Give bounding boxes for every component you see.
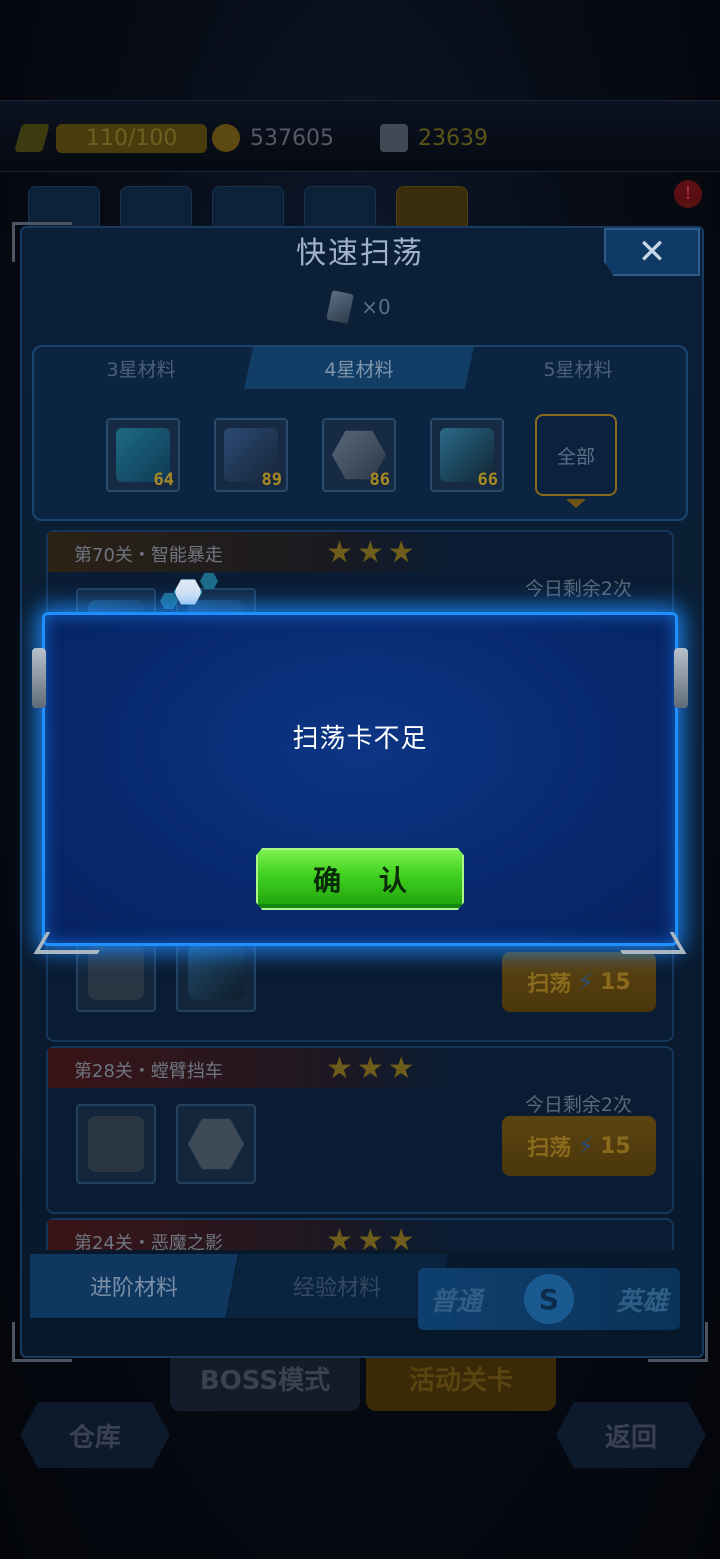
mode-hero-label: 英雄 bbox=[615, 1286, 668, 1317]
material-count: 64 bbox=[153, 470, 174, 490]
lightning-icon: ⚡ bbox=[577, 1132, 595, 1160]
sweep-button[interactable]: 扫荡 ⚡ 15 bbox=[502, 1116, 656, 1176]
crystal-icon bbox=[380, 124, 408, 152]
stage-name: 第70关・智能暴走 bbox=[74, 545, 223, 566]
dialog-clip-ornament bbox=[674, 648, 688, 708]
sweep-ticket-count: ×0 bbox=[361, 295, 391, 319]
star-rating: ★★★ bbox=[326, 1051, 419, 1086]
crystal-counter: 23639 bbox=[380, 123, 488, 153]
armor-icon bbox=[88, 1116, 144, 1172]
drop-item bbox=[176, 1104, 256, 1184]
material-count: 66 bbox=[477, 470, 498, 490]
remaining-attempts: 今日剩余2次 bbox=[524, 1094, 632, 1116]
drop-item bbox=[76, 1104, 156, 1184]
lightning-icon bbox=[14, 124, 50, 152]
tab-experience-materials[interactable]: 经验材料 bbox=[226, 1254, 448, 1318]
close-icon: ✕ bbox=[637, 232, 667, 272]
alloy-plate-icon bbox=[188, 1118, 244, 1170]
dialog-foot-ornament bbox=[609, 932, 687, 954]
material-slot[interactable]: 66 bbox=[430, 418, 504, 492]
sweep-cost: 15 bbox=[600, 969, 631, 995]
lightning-icon: ⚡ bbox=[577, 968, 595, 996]
sweep-card-icon bbox=[326, 290, 355, 324]
confirm-button[interactable]: 确 认 bbox=[256, 848, 464, 910]
back-button: 返回 bbox=[556, 1402, 706, 1468]
warehouse-button: 仓库 bbox=[20, 1402, 170, 1468]
gold-value: 537605 bbox=[250, 125, 334, 151]
alert-badge: ! bbox=[674, 180, 702, 208]
star-rating: ★★★ bbox=[326, 1223, 419, 1250]
energy-value: 110/100 bbox=[56, 123, 208, 153]
plasma-core-icon bbox=[188, 944, 244, 1000]
all-materials-button[interactable]: 全部 bbox=[535, 414, 617, 496]
stage-row: 第24关・恶魔之影 ★★★ bbox=[46, 1218, 674, 1250]
coin-icon bbox=[212, 124, 240, 152]
energy-counter: 110/100 bbox=[14, 123, 208, 153]
difficulty-mode-switch[interactable]: 普通 S 英雄 bbox=[418, 1268, 680, 1330]
star-rating: ★★★ bbox=[326, 535, 419, 570]
sweep-label: 扫荡 bbox=[527, 972, 572, 997]
material-count: 89 bbox=[261, 470, 282, 490]
tab-4-star[interactable]: 4星材料 bbox=[244, 347, 474, 389]
remaining-attempts: 今日剩余2次 bbox=[524, 578, 632, 600]
sweep-button[interactable]: 扫荡 ⚡ 15 bbox=[502, 952, 656, 1012]
gold-counter: 537605 bbox=[212, 123, 334, 153]
dialog-foot-ornament bbox=[33, 932, 111, 954]
sweep-cost: 15 bbox=[600, 1133, 631, 1159]
sweep-ticket-counter: ×0 bbox=[0, 290, 720, 324]
stage-name: 第28关・螳臂挡车 bbox=[74, 1061, 223, 1082]
material-count: 86 bbox=[369, 470, 390, 490]
stage-name: 第24关・恶魔之影 bbox=[74, 1233, 223, 1250]
tab-3-star[interactable]: 3星材料 bbox=[34, 347, 248, 389]
dialog-message: 扫荡卡不足 bbox=[292, 724, 428, 754]
tab-5-star[interactable]: 5星材料 bbox=[470, 347, 686, 389]
material-slot[interactable]: 64 bbox=[106, 418, 180, 492]
sweep-label: 扫荡 bbox=[527, 1136, 572, 1161]
tab-advanced-materials[interactable]: 进阶材料 bbox=[30, 1254, 238, 1318]
swap-icon: S bbox=[524, 1274, 574, 1324]
material-slot[interactable]: 86 bbox=[322, 418, 396, 492]
selected-arrow-icon bbox=[566, 499, 586, 508]
resource-bar: 110/100 537605 23639 bbox=[0, 100, 720, 172]
dialog-clip-ornament bbox=[32, 648, 46, 708]
material-slot[interactable]: 89 bbox=[214, 418, 288, 492]
close-button[interactable]: ✕ bbox=[604, 228, 700, 276]
crystal-value: 23639 bbox=[418, 125, 488, 151]
stage-row: 第28关・螳臂挡车 ★★★ 今日剩余2次 扫荡 ⚡ 15 bbox=[46, 1046, 674, 1214]
mode-normal-label: 普通 bbox=[430, 1286, 483, 1317]
panel-corner-ornament bbox=[12, 1322, 72, 1362]
